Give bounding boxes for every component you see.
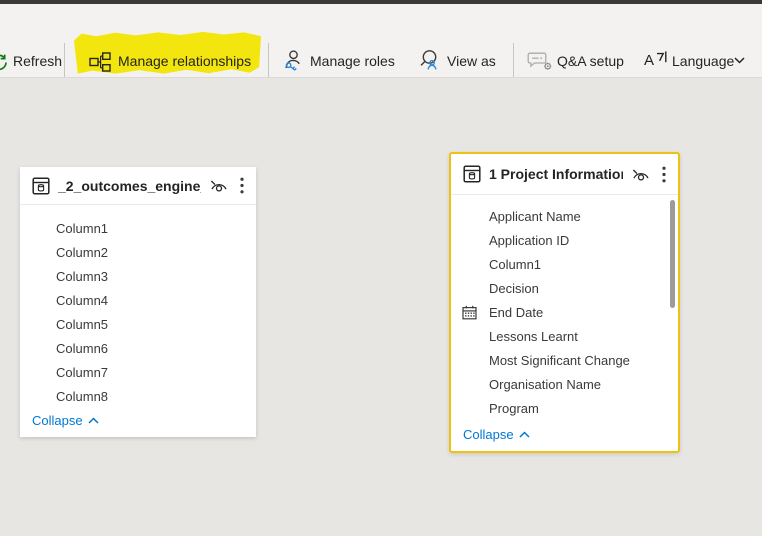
toolbar-divider <box>64 43 65 77</box>
powerbi-model-view: { "toolbar": { "refresh": { "label": "Re… <box>0 0 762 536</box>
field-label: End Date <box>489 305 543 320</box>
manage-relationships-button[interactable]: Manage relationships <box>118 51 251 71</box>
field-row[interactable]: Column5 <box>20 313 256 337</box>
visibility-eye-icon[interactable] <box>209 178 229 193</box>
table-card-outcomes-engine[interactable]: _2_outcomes_engine_... Column1 Column2 C… <box>20 167 256 437</box>
manage-roles-button[interactable]: Manage roles <box>310 51 395 71</box>
field-label: Application ID <box>489 233 569 248</box>
field-row[interactable]: Column6 <box>20 337 256 361</box>
collapse-link[interactable]: Collapse <box>463 427 530 442</box>
toolbar: Refresh Manage relationships Manage role… <box>0 4 762 78</box>
field-row[interactable]: Column4 <box>20 289 256 313</box>
table-title: 1 Project Information <box>489 166 623 182</box>
collapse-label: Collapse <box>463 427 514 442</box>
view-as-button[interactable]: View as <box>447 51 496 71</box>
field-label: Column7 <box>56 365 108 380</box>
field-row[interactable]: Applicant Name <box>451 205 678 229</box>
field-row[interactable]: Column8 <box>20 385 256 409</box>
svg-text:A: A <box>644 52 654 69</box>
refresh-button[interactable]: Refresh <box>13 51 62 71</box>
field-row[interactable]: Column1 <box>20 217 256 241</box>
more-options-kebab-icon[interactable] <box>240 177 244 194</box>
field-label: Column1 <box>56 221 108 236</box>
qa-setup-button[interactable]: Q&A setup <box>557 51 624 71</box>
collapse-link[interactable]: Collapse <box>32 413 99 428</box>
scrollbar-thumb[interactable] <box>670 200 675 308</box>
field-row[interactable]: Most Significant Change <box>451 349 678 373</box>
calendar-icon <box>462 305 477 320</box>
field-label: Applicant Name <box>489 209 581 224</box>
refresh-icon <box>0 52 9 72</box>
field-label: Column6 <box>56 341 108 356</box>
language-icon: A <box>644 49 668 71</box>
table-card-project-information[interactable]: 1 Project Information Applicant Name App… <box>449 152 680 453</box>
field-label: Lessons Learnt <box>489 329 578 344</box>
field-label: Column8 <box>56 389 108 404</box>
field-label: Column4 <box>56 293 108 308</box>
table-card-header: _2_outcomes_engine_... <box>20 167 256 205</box>
field-row[interactable]: Lessons Learnt <box>451 325 678 349</box>
field-row[interactable]: Application ID <box>451 229 678 253</box>
field-label: Decision <box>489 281 539 296</box>
qa-setup-icon <box>527 52 552 71</box>
field-row[interactable]: Program <box>451 397 678 421</box>
field-label: Most Significant Change <box>489 353 630 368</box>
field-row[interactable]: Column2 <box>20 241 256 265</box>
field-label: Column5 <box>56 317 108 332</box>
chevron-up-icon <box>519 431 530 438</box>
view-as-icon <box>419 49 441 72</box>
field-label: Organisation Name <box>489 377 601 392</box>
collapse-label: Collapse <box>32 413 83 428</box>
more-options-kebab-icon[interactable] <box>662 166 666 183</box>
chevron-down-icon[interactable] <box>734 57 745 64</box>
table-icon <box>463 165 481 183</box>
field-row[interactable]: Organisation Name <box>451 373 678 397</box>
field-list: Applicant Name Application ID Column1 De… <box>451 195 678 421</box>
language-button[interactable]: Language <box>672 51 734 71</box>
field-row[interactable]: Decision <box>451 277 678 301</box>
table-card-header: 1 Project Information <box>451 154 678 195</box>
field-label: Column2 <box>56 245 108 260</box>
field-label: Column1 <box>489 257 541 272</box>
toolbar-divider <box>268 43 269 77</box>
field-row[interactable]: Column7 <box>20 361 256 385</box>
chevron-up-icon <box>88 417 99 424</box>
field-list: Column1 Column2 Column3 Column4 Column5 … <box>20 205 256 409</box>
toolbar-divider <box>513 43 514 77</box>
table-icon <box>32 177 50 195</box>
field-row[interactable]: Column1 <box>451 253 678 277</box>
table-title: _2_outcomes_engine_... <box>58 178 201 194</box>
manage-relationships-icon <box>89 52 111 72</box>
field-label: Program <box>489 401 539 416</box>
field-row[interactable]: Column3 <box>20 265 256 289</box>
manage-roles-icon <box>282 49 304 72</box>
field-label: Column3 <box>56 269 108 284</box>
visibility-eye-icon[interactable] <box>631 167 651 182</box>
field-row[interactable]: End Date <box>451 301 678 325</box>
